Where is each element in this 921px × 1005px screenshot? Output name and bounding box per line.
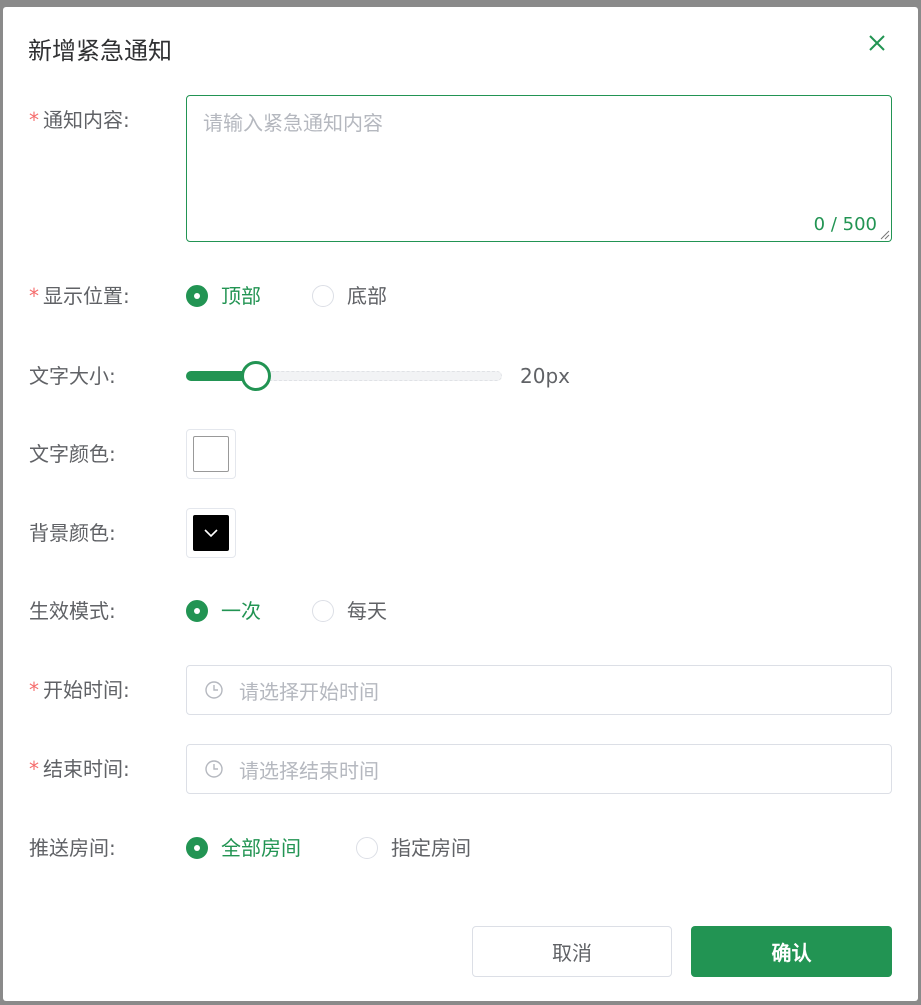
radio-dot — [186, 837, 208, 859]
required-mark: * — [29, 108, 39, 132]
text-color-label: 文字颜色: — [29, 442, 116, 466]
notification-dialog: 新增紧急通知 * 通知内容: 请输入紧急通知内容 0 / 500 * 显示位置: 顶… — [3, 7, 918, 1001]
position-radio-top[interactable]: 顶部 — [186, 282, 261, 310]
content-textarea[interactable]: 请输入紧急通知内容 0 / 500 — [186, 95, 892, 242]
radio-dot — [312, 285, 334, 307]
start-time-input[interactable]: 请选择开始时间 — [186, 665, 892, 715]
position-label: * 显示位置: — [29, 284, 130, 308]
radio-dot — [186, 285, 208, 307]
position-radio-bottom[interactable]: 底部 — [312, 282, 387, 310]
resize-handle-icon[interactable] — [878, 228, 890, 240]
dialog-title: 新增紧急通知 — [28, 37, 172, 65]
rooms-radio-specific[interactable]: 指定房间 — [356, 834, 471, 862]
mode-label: 生效模式: — [29, 599, 116, 623]
confirm-button[interactable]: 确认 — [691, 926, 892, 977]
bg-color-label: 背景颜色: — [29, 521, 116, 545]
start-time-label: * 开始时间: — [29, 678, 130, 702]
radio-dot — [356, 837, 378, 859]
required-mark: * — [29, 284, 39, 308]
clock-icon — [205, 760, 223, 778]
content-label: * 通知内容: — [29, 108, 130, 132]
clock-icon — [205, 681, 223, 699]
radio-dot — [312, 600, 334, 622]
text-color-swatch — [193, 436, 229, 472]
bg-color-swatch — [193, 515, 229, 551]
end-time-placeholder: 请选择结束时间 — [239, 758, 379, 783]
char-counter: 0 / 500 — [813, 214, 877, 235]
font-size-label: 文字大小: — [29, 364, 116, 388]
end-time-input[interactable]: 请选择结束时间 — [186, 744, 892, 794]
end-time-label: * 结束时间: — [29, 757, 130, 781]
rooms-label: 推送房间: — [29, 836, 116, 860]
slider-handle[interactable] — [240, 361, 271, 391]
close-icon[interactable] — [865, 31, 889, 55]
chevron-down-icon — [204, 529, 218, 538]
font-size-value: 20px — [520, 364, 570, 388]
text-color-picker[interactable] — [186, 429, 236, 479]
radio-dot — [186, 600, 208, 622]
mode-radio-daily[interactable]: 每天 — [312, 597, 387, 625]
start-time-placeholder: 请选择开始时间 — [239, 679, 379, 704]
rooms-radio-all[interactable]: 全部房间 — [186, 834, 301, 862]
bg-color-picker[interactable] — [186, 508, 236, 558]
required-mark: * — [29, 678, 39, 702]
mode-radio-once[interactable]: 一次 — [186, 597, 261, 625]
cancel-button[interactable]: 取消 — [472, 926, 672, 977]
content-placeholder: 请输入紧急通知内容 — [203, 111, 383, 135]
required-mark: * — [29, 757, 39, 781]
font-size-slider[interactable] — [186, 361, 502, 391]
